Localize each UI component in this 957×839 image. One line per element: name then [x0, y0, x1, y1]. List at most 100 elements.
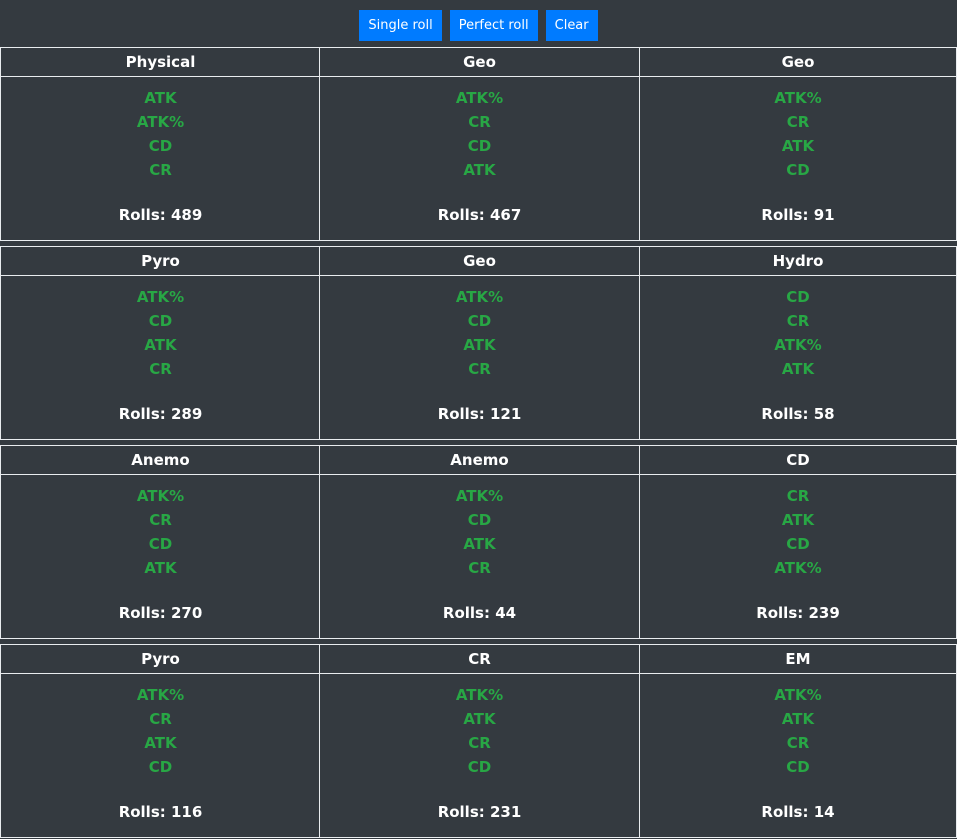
substat: CD — [467, 758, 492, 776]
substat: ATK — [781, 511, 815, 529]
rolls-value: 91 — [813, 206, 835, 224]
substat: CR — [149, 360, 172, 378]
substat: ATK% — [136, 288, 185, 306]
rolls-value: 58 — [813, 405, 835, 423]
rolls-label: Rolls: — [761, 405, 814, 423]
main-stat: EM — [640, 645, 956, 674]
substat-list: ATK% CD ATK CR — [320, 475, 639, 580]
substat-list: ATK% ATK CR CD — [320, 674, 639, 779]
artifact-row: Anemo ATK% CR CD ATK Rolls: 270 Anemo ATK% CD ATK… — [0, 445, 957, 639]
substat: CR — [468, 734, 491, 752]
rolls-label: Rolls: — [756, 604, 809, 622]
substat: ATK% — [455, 487, 504, 505]
substat: CD — [786, 535, 810, 553]
rolls-value: 467 — [489, 206, 522, 224]
rolls-value: 116 — [170, 803, 203, 821]
perfect-roll-button[interactable]: Perfect roll — [449, 9, 538, 41]
rolls-label: Rolls: — [437, 206, 490, 224]
toolbar: Single roll Perfect roll Clear — [0, 0, 957, 47]
substat-list: ATK ATK% CD CR — [1, 77, 320, 182]
substat: ATK% — [455, 288, 504, 306]
rolls-value: 231 — [489, 803, 522, 821]
artifact-row: Physical ATK ATK% CD CR Rolls: 489 Geo ATK% CR CD… — [0, 47, 957, 241]
substat: CR — [149, 161, 172, 179]
substat: CD — [786, 288, 810, 306]
rolls-count: Rolls: 239 — [640, 604, 956, 622]
main-stat: CR — [320, 645, 639, 674]
substat: ATK — [781, 137, 815, 155]
substat: ATK% — [774, 559, 822, 577]
rolls-value: 121 — [489, 405, 522, 423]
artifact-card: Pyro ATK% CD ATK CR Rolls: 289 — [0, 247, 320, 439]
substat-list: CR ATK CD ATK% — [640, 475, 956, 580]
substat: ATK% — [136, 113, 185, 131]
clear-button[interactable]: Clear — [545, 9, 598, 41]
substat: ATK — [144, 734, 177, 752]
rolls-value: 489 — [170, 206, 203, 224]
main-stat: Hydro — [640, 247, 956, 276]
main-stat: Anemo — [320, 446, 639, 475]
substat-list: ATK% CR CD ATK — [1, 475, 320, 580]
rolls-count: Rolls: 14 — [640, 803, 956, 821]
artifact-card: Anemo ATK% CD ATK CR Rolls: 44 — [319, 446, 639, 638]
substat: CD — [148, 312, 173, 330]
substat: CR — [149, 511, 172, 529]
rolls-label: Rolls: — [761, 206, 814, 224]
artifact-card: Hydro CD CR ATK% ATK Rolls: 58 — [639, 247, 957, 439]
substat: CD — [148, 137, 173, 155]
substat: ATK% — [455, 686, 504, 704]
rolls-count: Rolls: 467 — [320, 206, 639, 224]
substat: ATK — [781, 710, 815, 728]
main-stat: CD — [640, 446, 956, 475]
substat-list: ATK% CR CD ATK — [320, 77, 639, 182]
substat: ATK% — [136, 487, 185, 505]
substat-list: ATK% CR ATK CD — [640, 77, 956, 182]
substat: CD — [148, 758, 173, 776]
artifact-card: Anemo ATK% CR CD ATK Rolls: 270 — [0, 446, 320, 638]
main-stat: Geo — [640, 48, 956, 77]
artifact-card: Physical ATK ATK% CD CR Rolls: 489 — [0, 48, 320, 240]
rolls-label: Rolls: — [437, 405, 490, 423]
substat: ATK% — [136, 686, 185, 704]
substat: CR — [468, 559, 491, 577]
artifact-card: Geo ATK% CR CD ATK Rolls: 467 — [319, 48, 639, 240]
rolls-value: 239 — [808, 604, 840, 622]
single-roll-button[interactable]: Single roll — [359, 9, 442, 41]
substat: CR — [786, 113, 810, 131]
main-stat: Pyro — [1, 645, 320, 674]
substat: CD — [467, 137, 492, 155]
artifact-card: Geo ATK% CD ATK CR Rolls: 121 — [319, 247, 639, 439]
rolls-count: Rolls: 121 — [320, 405, 639, 423]
substat: CD — [786, 161, 810, 179]
artifact-card: EM ATK% ATK CR CD Rolls: 14 — [639, 645, 957, 837]
substat: ATK — [144, 559, 177, 577]
main-stat: Geo — [320, 48, 639, 77]
substat: ATK — [463, 710, 496, 728]
substat-list: ATK% CD ATK CR — [320, 276, 639, 381]
rolls-label: Rolls: — [118, 803, 171, 821]
rolls-label: Rolls: — [118, 206, 171, 224]
rolls-value: 44 — [495, 604, 517, 622]
substat: ATK — [781, 360, 815, 378]
rolls-label: Rolls: — [437, 803, 490, 821]
substat: CR — [786, 312, 810, 330]
rolls-count: Rolls: 91 — [640, 206, 956, 224]
rolls-count: Rolls: 44 — [320, 604, 639, 622]
rolls-label: Rolls: — [118, 604, 171, 622]
substat: ATK — [463, 336, 496, 354]
substat: ATK — [463, 161, 496, 179]
substat: CD — [786, 758, 810, 776]
substat: ATK — [463, 535, 496, 553]
rolls-value: 270 — [170, 604, 203, 622]
rolls-label: Rolls: — [118, 405, 171, 423]
rolls-count: Rolls: 289 — [1, 405, 320, 423]
substat: CR — [149, 710, 172, 728]
substat-list: ATK% CR ATK CD — [1, 674, 320, 779]
main-stat: Anemo — [1, 446, 320, 475]
artifact-row: Pyro ATK% CD ATK CR Rolls: 289 Geo ATK% CD ATK CR R… — [0, 246, 957, 440]
substat-list: ATK% ATK CR CD — [640, 674, 956, 779]
substat: ATK% — [455, 89, 504, 107]
substat: ATK% — [774, 89, 822, 107]
rolls-count: Rolls: 489 — [1, 206, 320, 224]
substat: ATK% — [774, 686, 822, 704]
